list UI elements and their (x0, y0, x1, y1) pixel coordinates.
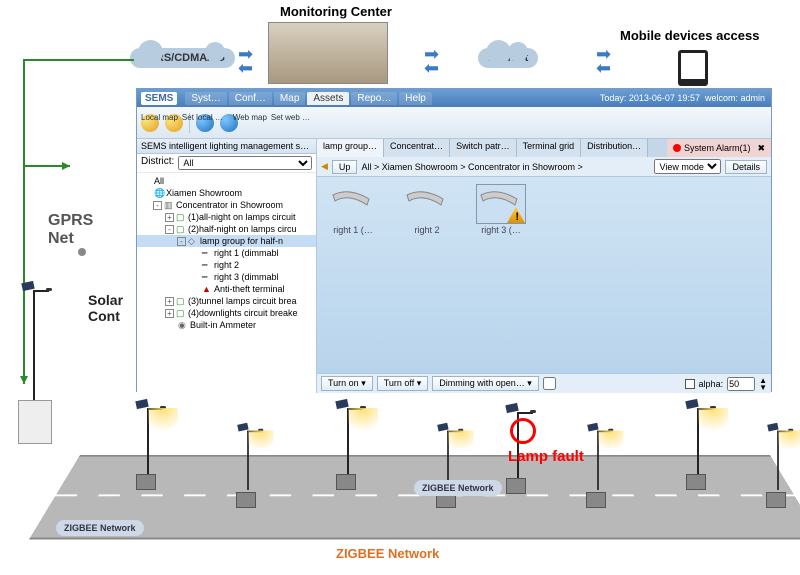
tree-item[interactable]: -◇lamp group for half-n (137, 235, 316, 247)
main-menu: Syst…Conf…MapAssetsRepo…Help (185, 92, 432, 105)
control-box-icon (236, 492, 256, 508)
control-box-icon (686, 474, 706, 490)
zigbee-network-label: ZIGBEE Network (336, 546, 439, 561)
tree-item[interactable]: -▥Concentrator in Showroom (137, 199, 316, 211)
tab[interactable]: Switch patr… (450, 139, 517, 157)
tree-view[interactable]: All🌐Xiamen Showroom-▥Concentrator in Sho… (137, 173, 316, 393)
tree-item[interactable]: -▢(2)half-night on lamps circu (137, 223, 316, 235)
tree-item[interactable]: ━right 1 (dimmabl (137, 247, 316, 259)
monitoring-center-label: Monitoring Center (280, 4, 392, 19)
street-lamp-icon (680, 398, 716, 478)
district-label: District: (141, 156, 174, 170)
controller-box-icon (18, 400, 52, 444)
menu-Repo[interactable]: Repo… (351, 92, 397, 105)
tab[interactable]: Distribution… (581, 139, 648, 157)
lamp-item[interactable]: right 2 (399, 185, 455, 235)
sems-app-window: SEMS Syst…Conf…MapAssetsRepo…Help Today:… (136, 88, 772, 392)
item-canvas[interactable]: right 1 (… right 2 !right 3 (… (317, 177, 771, 373)
menu-Help[interactable]: Help (399, 92, 432, 105)
right-panel: lamp group…Concentrat…Switch patr…Termin… (317, 139, 771, 393)
arrow-icon: ⬅ (238, 58, 253, 79)
tree-item[interactable]: +▢(1)all-night on lamps circuit (137, 211, 316, 223)
arrow-icon: ⬅ (424, 58, 439, 79)
turn-on-button[interactable]: Turn on ▾ (321, 376, 373, 391)
left-panel: SEMS intelligent lighting management s… … (137, 139, 317, 393)
tree-item[interactable]: All (137, 175, 316, 187)
district-row: District: All (137, 154, 316, 173)
nav-back-icon[interactable]: ◀ (321, 161, 328, 172)
monitoring-center-image (268, 22, 388, 84)
tab[interactable]: Terminal grid (517, 139, 582, 157)
view-mode-select[interactable]: View mode (654, 159, 721, 174)
lamp-fault-label: Lamp fault (508, 448, 584, 465)
control-box-icon (766, 492, 786, 508)
lamp-item[interactable]: right 1 (… (325, 185, 381, 235)
mobile-access-label: Mobile devices access (620, 28, 759, 43)
control-box-icon (586, 492, 606, 508)
alpha-stepper[interactable]: ▲▼ (759, 377, 767, 391)
tree-item[interactable]: ━right 2 (137, 259, 316, 271)
tab-bar: lamp group…Concentrat…Switch patr…Termin… (317, 139, 771, 157)
footer-bar: Turn on ▾ Turn off ▾ Dimming with open… … (317, 373, 771, 393)
toolbar: Local mapSet local … Web mapSet web … (137, 107, 771, 139)
street-lamp-icon (583, 422, 614, 490)
street-lamp-icon (130, 398, 166, 478)
gprs-network-label: GPRS Net (48, 212, 93, 248)
control-box-icon (336, 474, 356, 490)
alarm-dot-icon (673, 144, 681, 152)
district-select[interactable]: All (178, 156, 312, 170)
street-lamp-icon (16, 280, 52, 400)
control-box-icon (136, 474, 156, 490)
tree-item[interactable]: +▢(3)tunnel lamps circuit brea (137, 295, 316, 307)
fault-indicator-icon (510, 418, 536, 444)
zigbee-cloud: ZIGBEE Network (414, 480, 502, 496)
details-button[interactable]: Details (725, 160, 767, 174)
dot-icon (78, 248, 86, 256)
left-panel-title: SEMS intelligent lighting management s… (137, 139, 316, 154)
street-lamp-icon (233, 422, 264, 490)
tablet-icon (678, 50, 708, 86)
app-logo: SEMS (141, 92, 177, 105)
dimming-button[interactable]: Dimming with open… ▾ (432, 376, 539, 391)
tree-item[interactable]: ◉Built-in Ammeter (137, 319, 316, 331)
alpha-label: alpha: (699, 379, 724, 389)
menu-Assets[interactable]: Assets (307, 92, 349, 105)
alpha-swatch-icon (685, 379, 695, 389)
footer-checkbox[interactable] (543, 377, 556, 390)
tree-item[interactable]: +▢(4)downlights circuit breake (137, 307, 316, 319)
system-alarm[interactable]: System Alarm(1)✖ (667, 139, 771, 157)
menu-Conf[interactable]: Conf… (229, 92, 272, 105)
titlebar: SEMS Syst…Conf…MapAssetsRepo…Help Today:… (137, 89, 771, 107)
status-bar: Today: 2013-06-07 19:57 welcom: admin (600, 93, 765, 103)
menu-Map[interactable]: Map (274, 92, 305, 105)
breadcrumb-bar: ◀ Up All > Xiamen Showroom > Concentrato… (317, 157, 771, 177)
zigbee-cloud: ZIGBEE Network (56, 520, 144, 536)
up-button[interactable]: Up (332, 160, 358, 174)
turn-off-button[interactable]: Turn off ▾ (377, 376, 429, 391)
lamp-item[interactable]: !right 3 (… (473, 185, 529, 235)
solar-controller-label: Solar Cont (88, 292, 123, 324)
arrow-icon: ⬅ (596, 58, 611, 79)
tab[interactable]: Concentrat… (384, 139, 450, 157)
tree-item[interactable]: ━right 3 (dimmabl (137, 271, 316, 283)
breadcrumb-path: All > Xiamen Showroom > Concentrator in … (361, 162, 650, 172)
street-lamp-icon (330, 398, 366, 478)
gprs-cloud: GPRS/CDMA/3G (130, 48, 235, 68)
tab[interactable]: lamp group… (317, 139, 384, 157)
street-lamp-icon (763, 422, 794, 490)
control-box-icon (506, 478, 526, 494)
internet-cloud: internet (478, 48, 538, 68)
tree-item[interactable]: ▲Anti-theft terminal (137, 283, 316, 295)
menu-Syst[interactable]: Syst… (185, 92, 226, 105)
alpha-input[interactable] (727, 377, 755, 391)
tree-item[interactable]: 🌐Xiamen Showroom (137, 187, 316, 199)
